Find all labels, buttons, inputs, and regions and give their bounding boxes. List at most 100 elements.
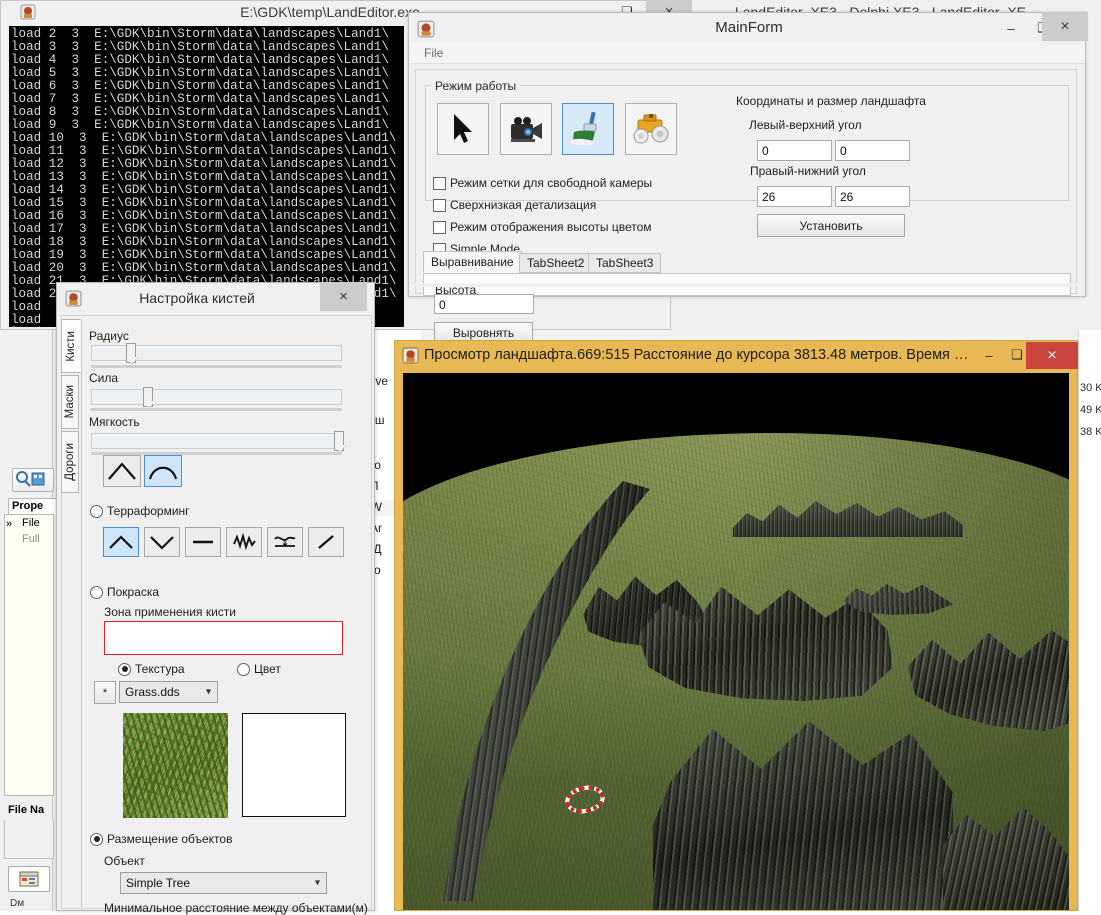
noise-icon xyxy=(231,533,257,551)
file-name-label: File Na xyxy=(8,804,54,820)
sharp-peak-button[interactable] xyxy=(103,455,141,487)
sidetab-label: Кисти xyxy=(65,331,77,362)
checkbox-grid-free-camera[interactable]: Режим сетки для свободной камеры xyxy=(433,174,652,192)
object-combo[interactable]: Simple Tree ▾ xyxy=(120,872,327,894)
tab-vyravnivanie[interactable]: Выравнивание xyxy=(423,251,522,273)
landscape-close-button[interactable]: × xyxy=(1026,342,1078,369)
inspector-row-file[interactable]: File xyxy=(22,517,52,532)
ide-form-view-button[interactable] xyxy=(8,866,50,892)
color-radio[interactable]: Цвет xyxy=(237,662,281,676)
noise-button[interactable] xyxy=(226,527,262,557)
road-roller-icon xyxy=(630,112,672,146)
smooth-peak-icon xyxy=(148,461,178,481)
radio-button[interactable] xyxy=(237,663,250,676)
checkbox-height-color-mode[interactable]: Режим отображения высоты цветом xyxy=(433,218,652,236)
sidetab-kisti[interactable]: Кисти xyxy=(61,319,81,373)
bottomright-x-input[interactable]: 26 xyxy=(757,186,832,207)
checkbox-ultra-low-detail[interactable]: Сверхнизкая детализация xyxy=(433,196,596,214)
softness-label: Мягкость xyxy=(89,415,140,429)
landscape-3d-viewport[interactable] xyxy=(403,373,1069,910)
chevron-down-icon: ▾ xyxy=(315,878,320,889)
roller-tool-button[interactable] xyxy=(625,103,677,155)
object-combo-value: Simple Tree xyxy=(126,876,190,890)
tab-tabsheet2[interactable]: TabSheet2 xyxy=(519,253,592,273)
sharp-peak-icon xyxy=(107,461,137,481)
strength-slider-track[interactable] xyxy=(91,389,342,405)
color-preview-swatch[interactable] xyxy=(242,713,346,817)
landscape-app-icon xyxy=(402,347,419,364)
tab-label: TabSheet3 xyxy=(596,256,653,270)
tab-label: Выравнивание xyxy=(431,255,514,269)
sidetab-maski[interactable]: Маски xyxy=(61,375,79,429)
checkbox-label: Сверхнизкая детализация xyxy=(450,198,596,212)
mainform-minimize-button[interactable]: – xyxy=(995,17,1027,39)
ide-search-toolbutton[interactable] xyxy=(12,468,54,492)
ide-right-panel xyxy=(1078,330,1101,911)
smooth-button[interactable] xyxy=(267,527,303,557)
topleft-y-input[interactable]: 0 xyxy=(835,140,910,161)
cursor-arrow-icon xyxy=(450,112,476,146)
checkbox-box[interactable] xyxy=(433,221,446,234)
brush-tool-button[interactable] xyxy=(562,103,614,155)
texture-combo[interactable]: Grass.dds ▾ xyxy=(119,681,218,703)
paint-radio[interactable]: Покраска xyxy=(90,585,159,599)
radio-button[interactable] xyxy=(90,833,103,846)
object-placement-radio[interactable]: Размещение объектов xyxy=(90,832,232,846)
brush-settings-window: Настройка кистей – ❑ Кисти Маски Дороги … xyxy=(56,282,375,911)
sidetab-label: Маски xyxy=(64,385,76,418)
texture-pick-button[interactable]: * xyxy=(94,681,116,704)
camera-tool-button[interactable] xyxy=(500,103,552,155)
radio-button[interactable] xyxy=(90,505,103,518)
mainform-app-icon xyxy=(417,20,435,38)
cursor-tool-button[interactable] xyxy=(437,103,489,155)
inspector-row-full[interactable]: Full xyxy=(22,533,52,548)
brush-zone-label: Зона применения кисти xyxy=(104,605,236,619)
mainform-lower-strip xyxy=(409,283,1085,287)
brush-app-icon xyxy=(65,290,82,307)
bottomright-y-input[interactable]: 26 xyxy=(835,186,910,207)
texture-preview xyxy=(123,713,228,818)
texture-radio[interactable]: Текстура xyxy=(118,662,185,676)
smooth-peak-button[interactable] xyxy=(144,455,182,487)
raise-icon xyxy=(108,534,134,550)
radio-button[interactable] xyxy=(90,586,103,599)
object-inspector-tab[interactable]: Prope xyxy=(8,498,59,515)
smooth-icon xyxy=(272,533,298,551)
mainform-close-button[interactable]: × xyxy=(1042,12,1088,41)
object-inspector-grid[interactable] xyxy=(4,514,54,796)
flatten-icon xyxy=(190,534,216,550)
mainform-title-text: MainForm xyxy=(469,17,1029,39)
mainform-tabstrip: Выравнивание TabSheet2 TabSheet3 xyxy=(423,251,1071,296)
lower-button[interactable] xyxy=(144,527,180,557)
min-distance-label: Минимальное расстояние между объектами(м… xyxy=(104,901,368,915)
brush-zone-box[interactable] xyxy=(104,621,343,655)
color-radio-label: Цвет xyxy=(254,662,281,676)
checkbox-box[interactable] xyxy=(433,177,446,190)
landscape-minimize-button[interactable]: – xyxy=(976,344,1002,366)
sidetab-dorogi[interactable]: Дороги xyxy=(61,431,79,493)
checkbox-box[interactable] xyxy=(433,199,446,212)
menu-item-file[interactable]: File xyxy=(418,45,449,61)
radius-label: Радиус xyxy=(89,329,129,343)
ide-bottom-tab-label[interactable]: Dм xyxy=(10,898,54,911)
brush-close-button[interactable]: × xyxy=(320,282,367,311)
checkbox-label: Режим отображения высоты цветом xyxy=(450,220,652,234)
tab-tabsheet3[interactable]: TabSheet3 xyxy=(588,253,661,273)
flatten-button[interactable] xyxy=(185,527,221,557)
tab-label: TabSheet2 xyxy=(527,256,584,270)
file-size-value: 38 KB xyxy=(1080,426,1101,438)
ramp-button[interactable] xyxy=(308,527,344,557)
softness-slider-track[interactable] xyxy=(91,433,342,449)
raise-button[interactable] xyxy=(103,527,139,557)
bottomright-corner-label: Правый-нижний угол xyxy=(750,164,866,178)
terraform-radio[interactable]: Терраформинг xyxy=(90,504,190,518)
radius-slider-thumb[interactable] xyxy=(126,343,136,363)
radius-slider-rail xyxy=(91,365,342,368)
strength-slider-thumb[interactable] xyxy=(143,387,153,407)
topleft-x-input[interactable]: 0 xyxy=(757,140,832,161)
magnifier-component-icon xyxy=(13,469,51,489)
softness-slider-thumb[interactable] xyxy=(334,431,344,451)
height-input[interactable]: 0 xyxy=(434,294,534,314)
radio-button[interactable] xyxy=(118,663,131,676)
apply-coords-button[interactable]: Установить xyxy=(757,214,905,237)
